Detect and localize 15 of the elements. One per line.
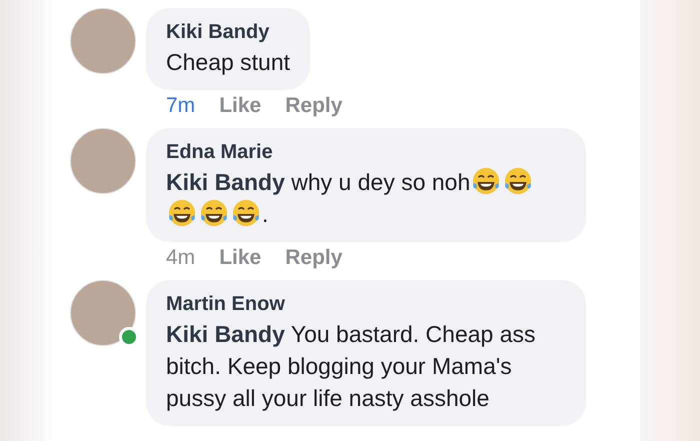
comment-text: Kiki Bandy You bastard. Cheap ass bitch. Keep blogging your Mama's pussy all your life nasty asshole	[166, 320, 537, 413]
timestamp: 7m	[166, 94, 196, 118]
laughing-face-icon	[231, 198, 261, 228]
comment-text: Kiki Bandy why u dey so noh .	[166, 166, 566, 230]
timestamp: 4m	[166, 246, 196, 270]
author-name[interactable]: Kiki Bandy	[166, 18, 290, 46]
author-name[interactable]: Edna Marie	[166, 138, 566, 166]
author-name[interactable]: Martin Enow	[166, 290, 566, 318]
laughing-face-icon	[503, 166, 534, 196]
mention-link[interactable]: Kiki Bandy	[166, 321, 285, 347]
laughing-face-icon	[167, 198, 197, 228]
comment-text: Cheap stunt	[166, 48, 290, 77]
mention-link[interactable]: Kiki Bandy	[166, 169, 285, 195]
laughing-face-icon	[199, 198, 229, 228]
laughing-face-icon	[471, 166, 502, 196]
